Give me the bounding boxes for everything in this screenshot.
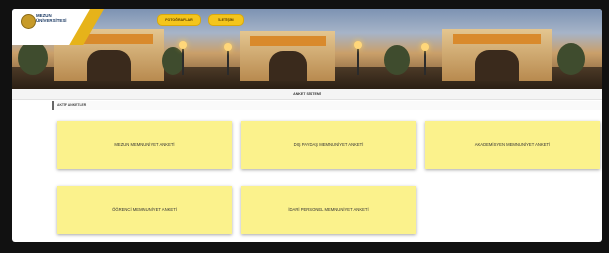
browser-viewport: MEZUN ÜNİVERSİTESİ FOTOĞRAFLAR İLETİŞİM … bbox=[12, 9, 602, 242]
section-title: AKTİF ANKETLER bbox=[52, 101, 602, 110]
gate-arch bbox=[475, 49, 519, 81]
page-title: ANKET SİSTEMİ bbox=[12, 89, 602, 100]
gate-arch bbox=[87, 49, 131, 81]
survey-card-graduate[interactable]: MEZUN MEMNUNİYET ANKETİ bbox=[57, 121, 232, 169]
nav-button-photos[interactable]: FOTOĞRAFLAR bbox=[157, 14, 201, 26]
survey-card-administrative-staff[interactable]: İDARİ PERSONEL MEMNUNİYET ANKETİ bbox=[241, 186, 416, 234]
university-name: MEZUN ÜNİVERSİTESİ bbox=[36, 13, 67, 23]
street-lamp bbox=[179, 41, 187, 75]
nav-button-contact[interactable]: İLETİŞİM bbox=[208, 14, 244, 26]
gate-sign bbox=[249, 36, 326, 46]
tree bbox=[162, 47, 184, 75]
street-lamp bbox=[224, 43, 232, 75]
survey-card-external-stakeholder[interactable]: DIŞ PAYDAŞ MEMNUNİYET ANKETİ bbox=[241, 121, 416, 169]
gate-sign bbox=[453, 34, 541, 45]
campus-banner: MEZUN ÜNİVERSİTESİ FOTOĞRAFLAR İLETİŞİM bbox=[12, 9, 602, 89]
campus-gate bbox=[240, 31, 335, 81]
survey-card-academic[interactable]: AKADEMİSYEN MEMNUNİYET ANKETİ bbox=[425, 121, 600, 169]
tree bbox=[384, 45, 410, 75]
campus-gate bbox=[442, 29, 552, 81]
survey-card-student[interactable]: ÖĞRENCİ MEMNUNİYET ANKETİ bbox=[57, 186, 232, 234]
gate-arch bbox=[268, 51, 307, 81]
street-lamp bbox=[421, 43, 429, 75]
street-lamp bbox=[354, 41, 362, 75]
university-emblem-icon bbox=[21, 14, 36, 29]
tree bbox=[557, 43, 585, 75]
tree bbox=[18, 41, 48, 75]
university-name-line2: ÜNİVERSİTESİ bbox=[36, 18, 67, 23]
